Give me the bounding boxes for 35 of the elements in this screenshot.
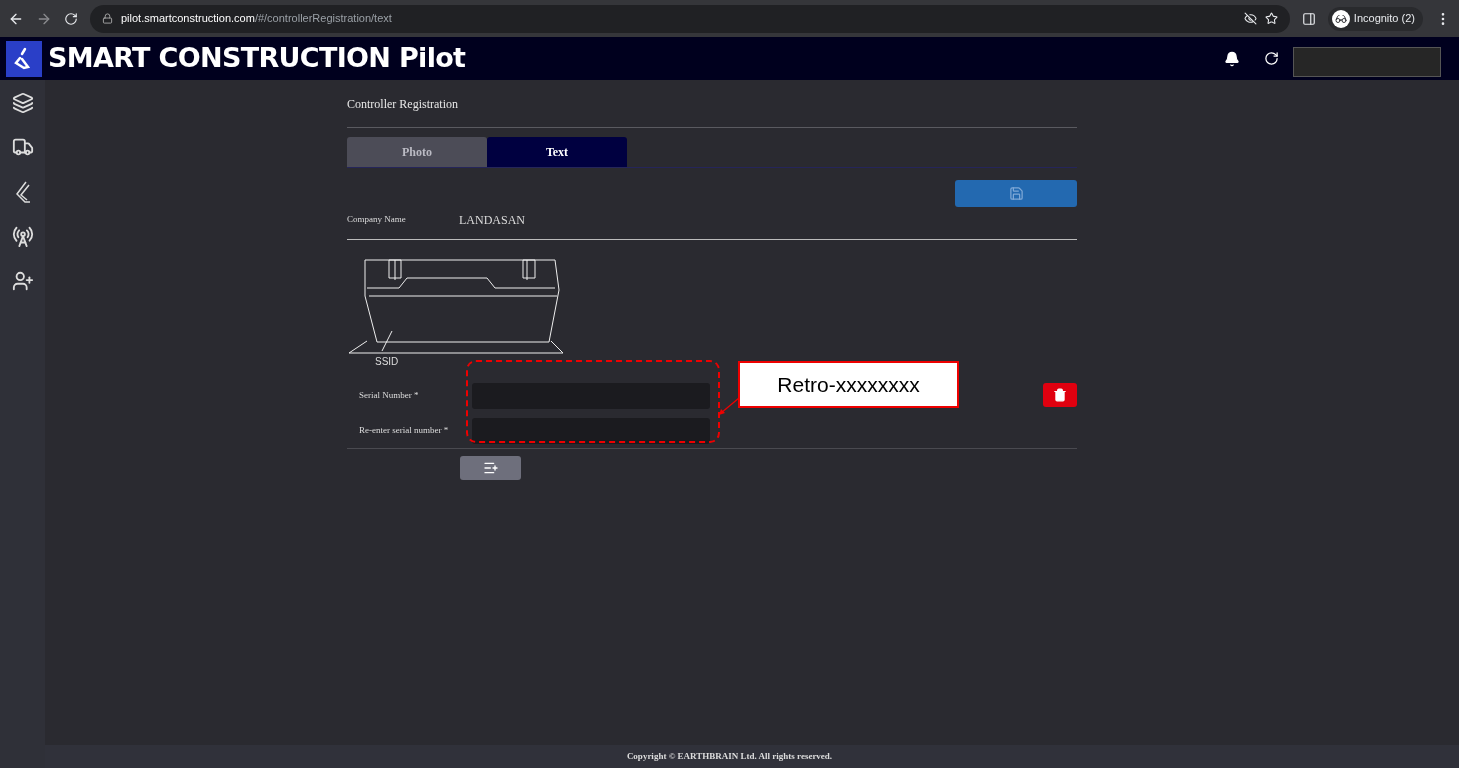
side-panel-icon[interactable] xyxy=(1301,11,1316,26)
page-heading: Controller Registration xyxy=(347,80,1077,128)
company-value: LANDASAN xyxy=(459,212,525,229)
incognito-icon xyxy=(1334,12,1347,25)
app-title: SMART CONSTRUCTION Pilot xyxy=(48,41,466,76)
eye-off-icon[interactable] xyxy=(1243,12,1257,25)
annotation-callout: Retro-xxxxxxxx xyxy=(738,361,959,408)
serial-input[interactable] xyxy=(472,418,710,444)
tab[interactable]: Text xyxy=(487,137,627,167)
antenna-icon[interactable] xyxy=(11,226,34,248)
save-icon xyxy=(1008,186,1024,201)
bookmark-icon[interactable] xyxy=(1264,12,1278,25)
add-row-button[interactable] xyxy=(460,456,521,480)
refresh-icon[interactable] xyxy=(1264,51,1279,66)
field-label: Serial Number * xyxy=(359,389,420,403)
logo-icon xyxy=(6,40,42,77)
ssid-label: SSID xyxy=(375,355,399,369)
list-add-icon xyxy=(482,460,499,476)
tab[interactable]: Photo xyxy=(347,137,487,167)
url-text: pilot.smartconstruction.com/#/controllerRegistration/text xyxy=(121,11,392,27)
address-bar[interactable]: pilot.smartconstruction.com/#/controllerRegistration/text xyxy=(90,4,1290,33)
company-label: Company Name xyxy=(347,213,407,227)
annotation-arrow xyxy=(718,396,740,416)
layers-icon[interactable] xyxy=(11,92,34,114)
delete-button[interactable] xyxy=(1043,383,1077,407)
user-box[interactable] xyxy=(1293,46,1441,77)
lock-icon xyxy=(102,13,113,24)
field-label: Re-enter serial number * xyxy=(359,424,450,438)
machine-icon[interactable] xyxy=(11,136,34,158)
bell-icon[interactable] xyxy=(1224,50,1240,67)
reload-icon[interactable] xyxy=(64,11,78,26)
trash-icon xyxy=(1053,388,1067,402)
footer: Copyright © EARTHBRAIN Ltd. All rights reserved. xyxy=(45,745,1459,768)
profile-chip[interactable]: Incognito (2) xyxy=(1327,6,1423,31)
user-add-icon[interactable] xyxy=(11,270,34,292)
